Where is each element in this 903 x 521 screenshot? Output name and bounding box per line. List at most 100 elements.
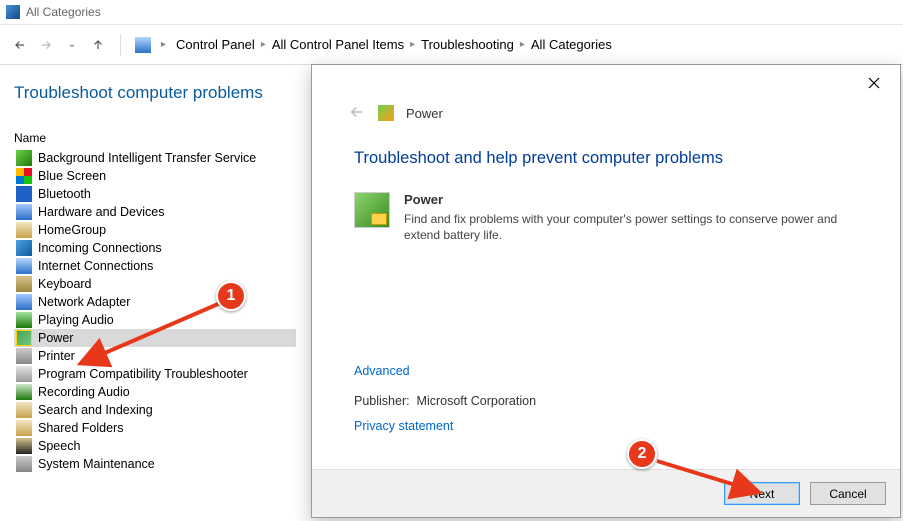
list-item[interactable]: Internet Connections (14, 257, 296, 275)
next-button[interactable]: Next (724, 482, 800, 505)
inet-icon (16, 258, 32, 274)
list-item-label: Power (38, 331, 73, 345)
forward-button[interactable] (38, 37, 54, 53)
annotation-badge-2: 2 (627, 439, 657, 469)
dialog-back-button[interactable] (348, 103, 366, 124)
list-item[interactable]: Background Intelligent Transfer Service (14, 149, 296, 167)
troubleshooter-description: Find and fix problems with your computer… (404, 211, 858, 243)
power-large-icon (354, 192, 390, 228)
bits-icon (16, 150, 32, 166)
page-title: Troubleshoot computer problems (14, 83, 296, 103)
crumb-caret-icon[interactable]: ▸ (161, 39, 166, 50)
list-item[interactable]: Bluetooth (14, 185, 296, 203)
list-item-label: Shared Folders (38, 421, 123, 435)
troubleshooter-list: Background Intelligent Transfer Service B… (14, 149, 296, 473)
keyboard-icon (16, 276, 32, 292)
list-item-label: Internet Connections (38, 259, 153, 273)
audio-icon (16, 312, 32, 328)
list-item-label: Printer (38, 349, 75, 363)
crumb-caret-icon[interactable]: ▸ (261, 39, 266, 50)
hardware-icon (16, 204, 32, 220)
publisher-row: Publisher: Microsoft Corporation (354, 394, 858, 408)
list-item-label: Speech (38, 439, 80, 453)
list-item-label: Hardware and Devices (38, 205, 164, 219)
cancel-button[interactable]: Cancel (810, 482, 886, 505)
list-item-label: Keyboard (38, 277, 92, 291)
list-item-label: System Maintenance (38, 457, 155, 471)
publisher-label: Publisher: (354, 394, 410, 408)
troubleshooter-info: Power Find and fix problems with your co… (354, 192, 858, 243)
list-item-label: Playing Audio (38, 313, 114, 327)
list-item[interactable]: Blue Screen (14, 167, 296, 185)
up-button[interactable] (90, 37, 106, 53)
crumb-all-categories[interactable]: All Categories (531, 37, 612, 52)
list-item[interactable]: Power (14, 329, 296, 347)
power-troubleshooter-dialog: Power Troubleshoot and help prevent comp… (311, 64, 901, 518)
list-item[interactable]: Program Compatibility Troubleshooter (14, 365, 296, 383)
window-title: All Categories (26, 5, 101, 19)
list-item-label: Bluetooth (38, 187, 91, 201)
list-item-label: Network Adapter (38, 295, 130, 309)
dialog-title: Power (406, 106, 443, 121)
list-item[interactable]: Printer (14, 347, 296, 365)
homegroup-icon (16, 222, 32, 238)
dialog-body: Troubleshoot and help prevent computer p… (312, 125, 900, 469)
list-item-label: HomeGroup (38, 223, 106, 237)
nav-separator (120, 34, 121, 56)
netadapter-icon (16, 294, 32, 310)
publisher-name: Microsoft Corporation (417, 394, 537, 408)
troubleshooter-name: Power (404, 192, 443, 207)
list-item-label: Search and Indexing (38, 403, 153, 417)
compat-icon (16, 366, 32, 382)
list-item[interactable]: Speech (14, 437, 296, 455)
list-item[interactable]: HomeGroup (14, 221, 296, 239)
power-icon (378, 105, 394, 121)
list-item[interactable]: Shared Folders (14, 419, 296, 437)
crumb-control-panel[interactable]: Control Panel (176, 37, 255, 52)
nav-bar: ⌄ ▸ Control Panel ▸ All Control Panel It… (0, 25, 903, 65)
app-icon (6, 5, 20, 19)
list-item-label: Blue Screen (38, 169, 106, 183)
list-item-label: Recording Audio (38, 385, 130, 399)
recent-dropdown[interactable]: ⌄ (64, 37, 80, 53)
power-icon (16, 330, 32, 346)
bluescreen-icon (16, 168, 32, 184)
shared-icon (16, 420, 32, 436)
list-item-label: Incoming Connections (38, 241, 162, 255)
bluetooth-icon (16, 186, 32, 202)
close-button[interactable] (858, 69, 890, 97)
crumb-caret-icon[interactable]: ▸ (520, 39, 525, 50)
printer-icon (16, 348, 32, 364)
back-button[interactable] (12, 37, 28, 53)
list-item[interactable]: Incoming Connections (14, 239, 296, 257)
left-panel: Troubleshoot computer problems Name Back… (0, 65, 310, 521)
list-item[interactable]: System Maintenance (14, 455, 296, 473)
rec-icon (16, 384, 32, 400)
list-item[interactable]: Network Adapter (14, 293, 296, 311)
column-header-name[interactable]: Name (14, 131, 296, 145)
window-titlebar: All Categories (0, 0, 903, 25)
list-item[interactable]: Hardware and Devices (14, 203, 296, 221)
list-item[interactable]: Recording Audio (14, 383, 296, 401)
speech-icon (16, 438, 32, 454)
incoming-icon (16, 240, 32, 256)
annotation-badge-1: 1 (216, 281, 246, 311)
search-icon (16, 402, 32, 418)
crumb-all-items[interactable]: All Control Panel Items (272, 37, 404, 52)
crumb-troubleshooting[interactable]: Troubleshooting (421, 37, 514, 52)
crumb-caret-icon[interactable]: ▸ (410, 39, 415, 50)
breadcrumb: Control Panel ▸ All Control Panel Items … (176, 37, 612, 52)
dialog-footer: Next Cancel (312, 469, 900, 517)
advanced-link[interactable]: Advanced (354, 364, 410, 378)
list-item[interactable]: Playing Audio (14, 311, 296, 329)
dialog-titlebar (312, 65, 900, 101)
list-item-label: Background Intelligent Transfer Service (38, 151, 256, 165)
dialog-header: Power (312, 101, 900, 125)
dialog-heading: Troubleshoot and help prevent computer p… (354, 149, 858, 168)
list-item[interactable]: Search and Indexing (14, 401, 296, 419)
list-item[interactable]: Keyboard (14, 275, 296, 293)
privacy-link[interactable]: Privacy statement (354, 419, 453, 433)
sysmaint-icon (16, 456, 32, 472)
location-icon[interactable] (135, 37, 151, 53)
list-item-label: Program Compatibility Troubleshooter (38, 367, 248, 381)
